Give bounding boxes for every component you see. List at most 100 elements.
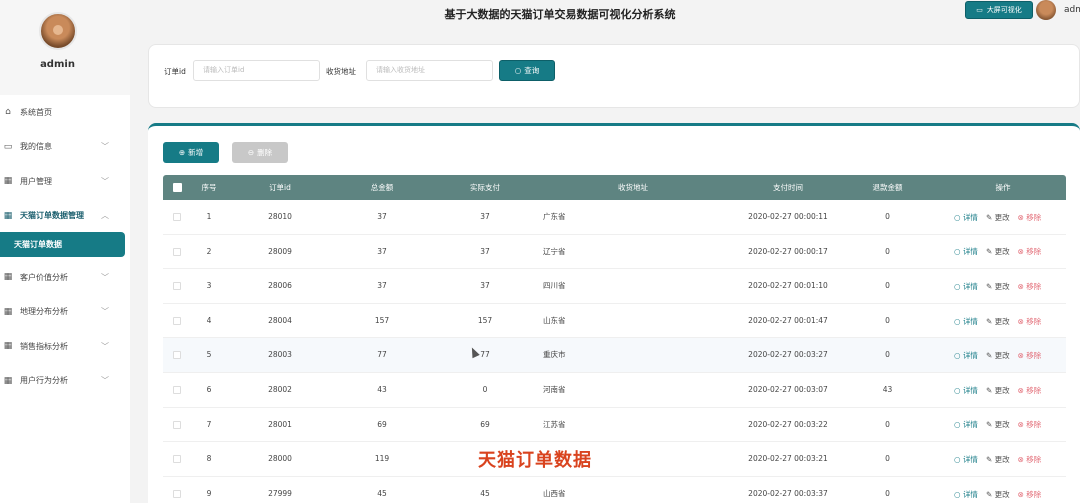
order-id-input[interactable]: 请输入订单id: [193, 60, 320, 81]
edit-button[interactable]: ✎ 更改: [986, 316, 1010, 327]
avatar[interactable]: [39, 12, 77, 50]
detail-button[interactable]: ○ 详情: [954, 385, 978, 396]
cell-address: 重庆市: [543, 350, 566, 360]
cell-total: 69: [377, 419, 387, 429]
overlay-caption: 天猫订单数据: [478, 450, 592, 471]
sidebar-subitem-tmall-orders[interactable]: 天猫订单数据: [0, 232, 125, 257]
sidebar-item-5[interactable]: ▦ 地理分布分析 ﹀: [0, 295, 125, 330]
cell-no: 1: [206, 212, 212, 221]
cell-paid: 157: [477, 315, 493, 325]
detail-button-label: 详情: [962, 351, 978, 361]
pencil-icon: ✎: [985, 351, 995, 361]
close-circle-icon: ⊗: [1017, 489, 1027, 499]
add-button[interactable]: ⊕ 新增: [163, 142, 219, 163]
remove-button[interactable]: ⊗ 移除: [1018, 246, 1042, 257]
address-input[interactable]: 请输入收货地址: [366, 60, 493, 81]
search-button[interactable]: ○ 查询: [499, 60, 555, 81]
row-checkbox[interactable]: [173, 247, 181, 256]
pencil-icon: ✎: [985, 489, 995, 499]
cell-no: 6: [206, 384, 212, 394]
cell-pay-time: 2020-02-27 00:00:17: [748, 246, 828, 256]
detail-button[interactable]: ○ 详情: [954, 316, 978, 327]
home-icon: ⌂: [5, 107, 11, 118]
remove-button[interactable]: ⊗ 移除: [1018, 316, 1042, 327]
row-checkbox[interactable]: [173, 316, 181, 325]
sidebar-item-6[interactable]: ▦ 销售指标分析 ﹀: [0, 329, 125, 364]
edit-button[interactable]: ✎ 更改: [986, 385, 1010, 396]
edit-button[interactable]: ✎ 更改: [986, 454, 1010, 465]
chevron-down-icon: ﹀: [101, 341, 109, 351]
close-circle-icon: ⊗: [1017, 316, 1027, 326]
search-button-label: 查询: [524, 66, 540, 75]
row-actions: ○ 详情 ✎ 更改 ⊗ 移除: [954, 235, 1041, 270]
detail-button[interactable]: ○ 详情: [954, 212, 978, 223]
detail-button-label: 详情: [962, 212, 978, 222]
select-all-checkbox[interactable]: [173, 183, 182, 192]
detail-button-label: 详情: [962, 247, 978, 257]
sidebar-item-7[interactable]: ▦ 用户行为分析 ﹀: [0, 364, 125, 399]
delete-button[interactable]: ⊖ 删除: [232, 142, 288, 163]
cell-refund: 0: [885, 315, 890, 325]
table-panel: ⊕ 新增 ⊖ 删除 序号 订单id 总金额 实际支付 收货地址 支付时间 退款金…: [148, 123, 1080, 503]
remove-button[interactable]: ⊗ 移除: [1018, 454, 1042, 465]
cell-no: 2: [206, 246, 212, 256]
sidebar-item-3[interactable]: ▦ 天猫订单数据管理 ︿: [0, 199, 125, 234]
edit-button[interactable]: ✎ 更改: [986, 212, 1010, 223]
remove-button[interactable]: ⊗ 移除: [1018, 385, 1042, 396]
sidebar: admin ⌂ 系统首页 ▭ 我的信息 ﹀ ▦ 用户管理 ﹀ ▦ 天猫订单数据管理 ︿ ▦ 客户价值分析…: [0, 0, 130, 503]
cell-total: 157: [374, 315, 390, 325]
cell-pay-time: 2020-02-27 00:00:11: [748, 212, 828, 221]
row-checkbox[interactable]: [173, 282, 181, 291]
row-checkbox[interactable]: [173, 455, 181, 464]
row-checkbox[interactable]: [173, 385, 181, 394]
row-checkbox[interactable]: [173, 213, 181, 221]
chevron-down-icon: ﹀: [101, 272, 109, 282]
edit-button-label: 更改: [994, 385, 1010, 395]
remove-button[interactable]: ⊗ 移除: [1018, 350, 1042, 361]
detail-button[interactable]: ○ 详情: [954, 350, 978, 361]
edit-button[interactable]: ✎ 更改: [986, 350, 1010, 361]
close-circle-icon: ⊗: [1017, 351, 1027, 361]
remove-button[interactable]: ⊗ 移除: [1018, 419, 1042, 430]
detail-button[interactable]: ○ 详情: [954, 454, 978, 465]
chevron-down-icon: ﹀: [101, 142, 109, 152]
cell-total: 45: [377, 488, 387, 498]
remove-button[interactable]: ⊗ 移除: [1018, 281, 1042, 292]
remove-button[interactable]: ⊗ 移除: [1018, 489, 1042, 500]
row-checkbox[interactable]: [173, 351, 181, 360]
header-username[interactable]: adm: [1064, 5, 1080, 15]
cell-address: 河南省: [543, 384, 566, 394]
col-total: 总金额: [370, 183, 394, 192]
minus-circle-icon: ⊖: [247, 148, 255, 157]
bigscreen-button[interactable]: ▭ 大屏可视化: [965, 1, 1033, 19]
edit-button[interactable]: ✎ 更改: [986, 419, 1010, 430]
cell-address: 广东省: [543, 212, 566, 221]
cell-paid: 0: [482, 384, 488, 394]
detail-button-label: 详情: [962, 385, 978, 395]
row-checkbox[interactable]: [173, 489, 181, 498]
sidebar-item-2[interactable]: ▦ 用户管理 ﹀: [0, 164, 125, 199]
cell-refund: 0: [885, 246, 890, 256]
sidebar-item-1[interactable]: ▭ 我的信息 ﹀: [0, 130, 125, 165]
header-avatar[interactable]: [1036, 0, 1056, 20]
row-checkbox[interactable]: [173, 420, 181, 429]
cell-total: 43: [377, 384, 387, 394]
edit-button[interactable]: ✎ 更改: [986, 281, 1010, 292]
chevron-down-icon: ﹀: [101, 376, 109, 386]
sidebar-item-4[interactable]: ▦ 客户价值分析 ﹀: [0, 260, 125, 295]
search-icon: ○: [954, 281, 963, 291]
sidebar-item-0[interactable]: ⌂ 系统首页: [0, 95, 125, 130]
detail-button[interactable]: ○ 详情: [954, 246, 978, 257]
detail-button[interactable]: ○ 详情: [954, 281, 978, 292]
remove-button[interactable]: ⊗ 移除: [1018, 212, 1042, 223]
table-row: 4 28004 157 157 山东省 2020-02-27 00:01:47 0 ○ 详情 ✎…: [163, 304, 1066, 339]
col-pay-time: 支付时间: [773, 183, 803, 192]
cell-paid: 37: [480, 246, 490, 256]
edit-button[interactable]: ✎ 更改: [986, 246, 1010, 257]
edit-button[interactable]: ✎ 更改: [986, 489, 1010, 500]
grid-icon: ▦: [3, 176, 13, 187]
detail-button[interactable]: ○ 详情: [954, 489, 978, 500]
remove-button-label: 移除: [1026, 489, 1042, 499]
detail-button[interactable]: ○ 详情: [954, 419, 978, 430]
edit-button-label: 更改: [994, 351, 1010, 361]
